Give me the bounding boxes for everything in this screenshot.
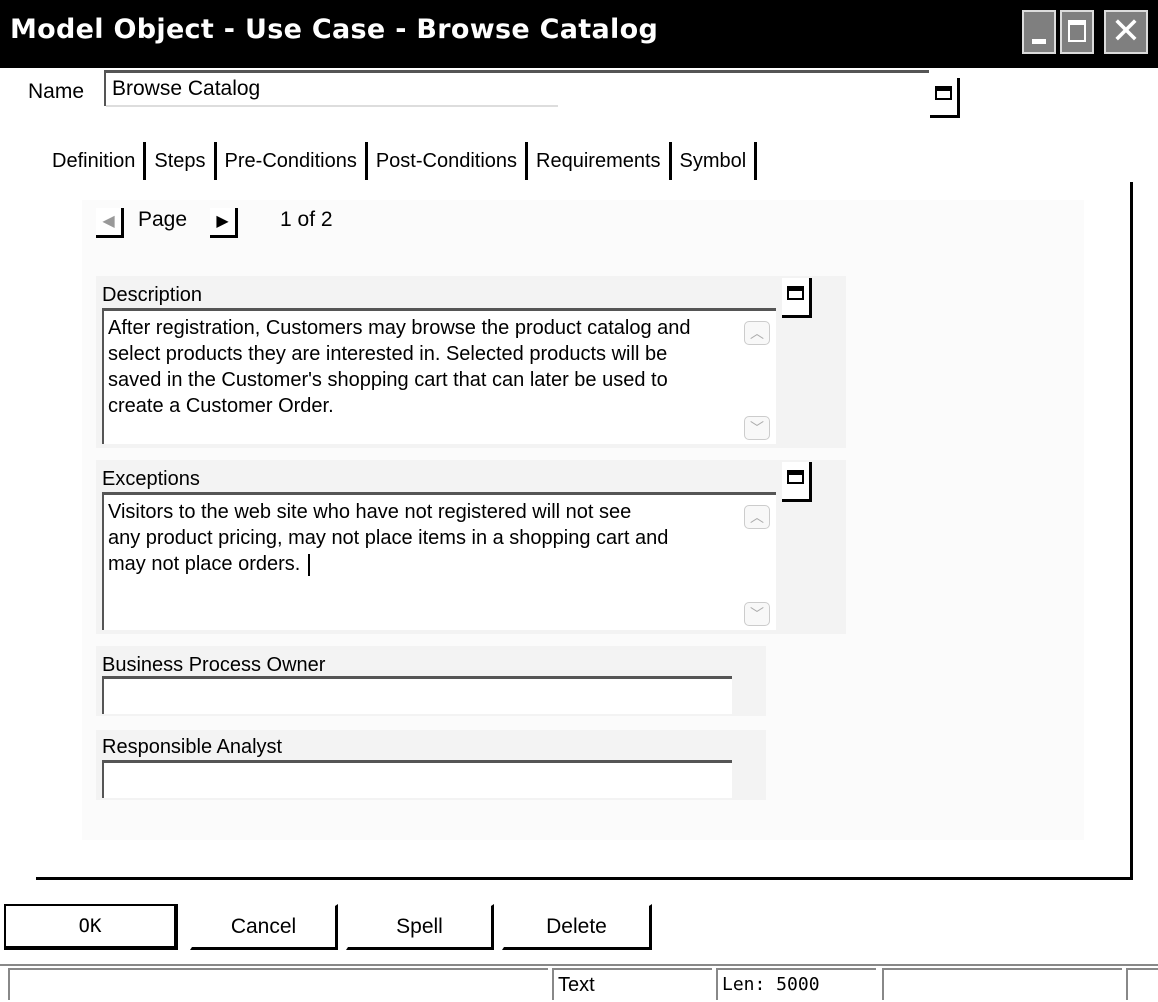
title-bar[interactable]: Model Object - Use Case - Browse Catalog… <box>0 0 1158 68</box>
exceptions-line: may not place orders. <box>108 553 306 575</box>
tab-definition[interactable]: Definition <box>36 142 147 180</box>
name-field-frame <box>104 70 929 107</box>
scroll-down-button[interactable]: ﹀ <box>744 416 770 440</box>
exceptions-line: any product pricing, may not place items… <box>108 527 669 549</box>
status-cell-grip <box>1126 968 1158 1000</box>
name-label: Name <box>28 80 85 103</box>
prev-page-button[interactable]: ◀ <box>96 208 124 238</box>
name-input[interactable] <box>106 73 558 107</box>
chevron-up-icon: ︿ <box>750 509 764 525</box>
responsible-analyst-label: Responsible Analyst <box>102 736 283 758</box>
business-process-owner-label: Business Process Owner <box>102 654 326 676</box>
minimize-icon <box>1032 39 1046 44</box>
maximize-button[interactable] <box>1060 10 1094 54</box>
status-cell-empty <box>882 968 1122 1000</box>
description-text: After registration, Customers may browse… <box>108 315 736 419</box>
close-button[interactable]: ✕ <box>1104 10 1148 54</box>
text-cursor <box>307 553 310 576</box>
scroll-up-button[interactable]: ︿ <box>744 505 770 529</box>
responsible-analyst-field[interactable] <box>102 760 732 798</box>
description-line: After registration, Customers may browse… <box>108 317 691 339</box>
tab-pre-conditions[interactable]: Pre-Conditions <box>217 142 368 180</box>
scroll-up-button[interactable]: ︿ <box>744 321 770 345</box>
use-case-dialog: Model Object - Use Case - Browse Catalog… <box>0 0 1158 1002</box>
chevron-down-icon: ﹀ <box>750 420 764 436</box>
tab-requirements[interactable]: Requirements <box>528 142 672 180</box>
cancel-button[interactable]: Cancel <box>190 904 338 950</box>
scroll-down-button[interactable]: ﹀ <box>744 602 770 626</box>
description-label: Description <box>102 284 203 306</box>
next-page-button[interactable]: ▶ <box>210 208 238 238</box>
close-icon: ✕ <box>1110 11 1142 52</box>
page-label: Page <box>138 208 188 231</box>
tab-symbol[interactable]: Symbol <box>672 142 758 180</box>
minimize-button[interactable] <box>1022 10 1056 54</box>
description-textarea[interactable]: After registration, Customers may browse… <box>102 308 776 444</box>
ok-button[interactable]: OK <box>4 904 178 950</box>
description-line: saved in the Customer's shopping cart th… <box>108 369 668 391</box>
chevron-up-icon: ︿ <box>750 325 764 341</box>
description-expand-button[interactable] <box>782 278 812 318</box>
exceptions-line: Visitors to the web site who have not re… <box>108 501 632 523</box>
popup-window-icon <box>787 470 804 484</box>
tab-steps[interactable]: Steps <box>146 142 217 180</box>
popup-window-icon <box>935 86 952 100</box>
status-cell-mode: Text <box>552 968 712 1000</box>
maximize-icon <box>1068 20 1086 42</box>
delete-button[interactable]: Delete <box>502 904 652 950</box>
name-expand-button[interactable] <box>930 78 960 118</box>
description-line: create a Customer Order. <box>108 395 334 417</box>
arrow-right-icon: ▶ <box>216 213 229 230</box>
arrow-left-icon: ◀ <box>102 213 115 230</box>
business-process-owner-field[interactable] <box>102 676 732 714</box>
status-cell-length: Len: 5000 <box>716 968 876 1000</box>
tab-post-conditions[interactable]: Post-Conditions <box>368 142 529 180</box>
description-line: select products they are interested in. … <box>108 343 668 365</box>
exceptions-label: Exceptions <box>102 468 200 490</box>
status-bar: Text Len: 5000 <box>0 964 1158 1002</box>
tab-strip: Definition Steps Pre-Conditions Post-Con… <box>36 142 758 186</box>
exceptions-text: Visitors to the web site who have not re… <box>108 499 736 577</box>
popup-window-icon <box>787 286 804 300</box>
window-title: Model Object - Use Case - Browse Catalog <box>10 14 659 45</box>
chevron-down-icon: ﹀ <box>750 606 764 622</box>
spell-button[interactable]: Spell <box>346 904 494 950</box>
status-cell-message <box>8 968 548 1000</box>
exceptions-textarea[interactable]: Visitors to the web site who have not re… <box>102 492 776 630</box>
page-count: 1 of 2 <box>280 208 333 231</box>
exceptions-expand-button[interactable] <box>782 462 812 502</box>
